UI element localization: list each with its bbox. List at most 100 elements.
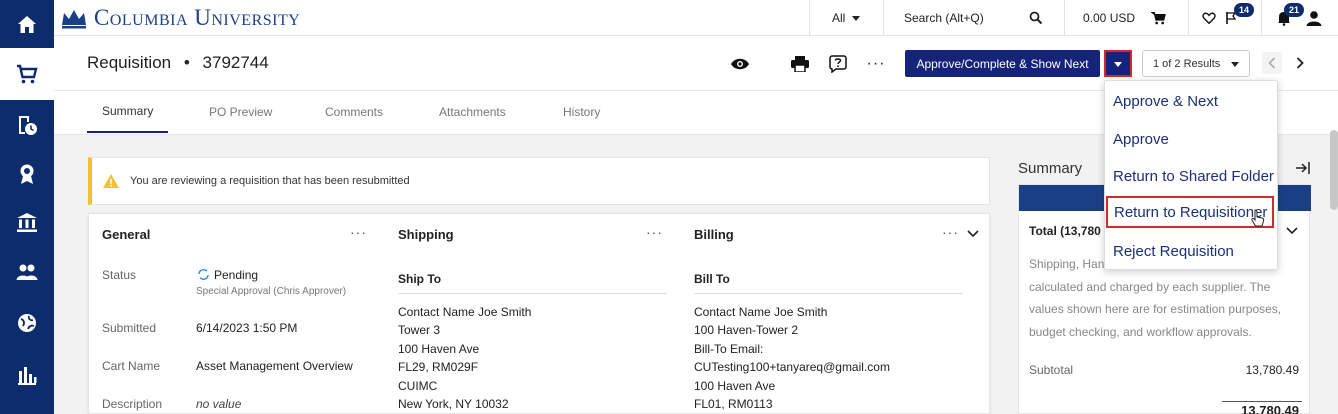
left-nav [0,0,54,414]
caret-down-icon [1231,61,1240,67]
action-items-badge: 14 [1234,3,1255,17]
search-button[interactable] [1029,0,1043,36]
menu-reject-requisition[interactable]: Reject Requisition [1105,233,1277,269]
requisition-details-card: General ··· Status Pending Special Appro… [88,213,990,414]
nav-reports[interactable] [0,350,54,400]
menu-approve-next[interactable]: Approve & Next [1105,83,1277,119]
shipping-title: Shipping [398,227,454,242]
bill-address-line: CUTesting100+tanyareq@gmail.com [694,360,890,374]
search-filter-dropdown[interactable]: All [832,0,861,36]
approve-options-menu: Approve & Next Approve Return to Shared … [1104,80,1278,270]
shipping-more-button[interactable]: ··· [646,224,663,240]
menu-return-to-requisitioner[interactable]: Return to Requisitioner [1106,196,1274,228]
summary-total-label: Total (13,780 [1029,224,1101,238]
university-logo[interactable]: Columbia University [60,3,300,33]
nav-orders[interactable] [0,100,54,150]
caret-down-icon [1114,61,1122,67]
approve-complete-show-next-button[interactable]: Approve/Complete & Show Next [905,50,1100,77]
more-actions-button[interactable]: ··· [864,52,888,76]
chevron-down-icon[interactable] [967,230,979,238]
users-icon [16,264,38,280]
pointer-cursor-icon [1251,209,1265,227]
watch-button[interactable] [728,52,752,76]
filter-label: All [832,11,846,25]
user-icon [1306,11,1322,26]
general-more-button[interactable]: ··· [350,224,367,240]
bill-address-line: 100 Haven Ave [694,379,776,393]
tab-history[interactable]: History [563,91,600,133]
heart-icon [1202,12,1216,25]
cart-name-value: Asset Management Overview [196,359,353,373]
cart-name-label: Cart Name [102,359,161,373]
chevron-left-icon [1268,57,1276,69]
bill-address-line: Bill-To Email: [694,342,764,356]
previous-result-button[interactable] [1262,52,1282,74]
nav-home[interactable] [0,0,54,50]
print-button[interactable] [788,52,812,76]
bill-address-line: Contact Name Joe Smith [694,305,828,319]
nav-shop[interactable] [0,48,54,100]
total-value: 13,780.49 [1241,403,1299,414]
tab-po-preview[interactable]: PO Preview [209,91,272,133]
resubmitted-alert: You are reviewing a requisition that has… [88,157,990,205]
status-detail: Special Approval (Chris Approver) [196,286,347,297]
submitted-label: Submitted [102,321,157,335]
summary-note-line: values shown here are for estimation pur… [1029,302,1282,316]
help-chat-icon [829,55,847,73]
menu-return-to-shared-folder[interactable]: Return to Shared Folder [1105,158,1277,194]
ship-address-line: New York, NY 10032 [398,397,509,411]
general-title: General [102,227,151,242]
subtotal-label: Subtotal [1029,363,1074,377]
nav-global[interactable] [0,298,54,348]
printer-icon [791,56,809,72]
summary-note-line: budget checking, and workflow approvals. [1029,324,1252,339]
nav-suppliers[interactable] [0,247,54,297]
cart-icon [1151,12,1166,25]
summary-title: Summary [1018,160,1083,177]
home-icon [18,16,36,33]
eye-icon [731,58,749,70]
alert-text: You are reviewing a requisition that has… [130,175,410,187]
notifications-badge: 21 [1284,3,1305,17]
ship-to-heading: Ship To [398,272,442,286]
cart-total[interactable]: 0.00 USD [1083,0,1135,36]
title-text: Requisition [87,53,172,72]
bill-address-line: 100 Haven-Tower 2 [694,323,799,337]
award-icon [20,164,34,184]
caret-down-icon [852,16,861,21]
ship-address-line: Contact Name Joe Smith [398,305,532,319]
page-scrollbar[interactable] [1330,130,1338,210]
cart-icon [17,64,38,84]
tab-attachments[interactable]: Attachments [439,91,506,133]
ship-address-line: 100 Haven Ave [398,342,480,356]
collapse-panel-icon[interactable] [1295,161,1311,175]
billing-title: Billing [694,227,734,242]
help-button[interactable] [826,52,850,76]
search-icon [1029,11,1043,25]
bill-to-heading: Bill To [694,272,730,286]
tab-summary[interactable]: Summary [87,91,169,133]
chevron-down-icon[interactable] [1286,227,1298,235]
menu-approve[interactable]: Approve [1105,121,1277,157]
title-separator: • [183,53,190,72]
next-result-button[interactable] [1290,52,1310,74]
top-bar: Columbia University All Search (Alt+Q) 0… [54,0,1338,36]
favorites-button[interactable] [1202,0,1216,36]
status-value: Pending [214,268,259,282]
ship-address-line: FL29, RM029F [398,360,479,374]
approve-options-dropdown[interactable] [1104,50,1132,77]
user-profile-button[interactable] [1306,0,1322,36]
sync-icon [198,269,209,280]
billing-more-button[interactable]: ··· [942,224,959,240]
cart-button[interactable] [1151,0,1167,36]
tab-comments[interactable]: Comments [325,91,383,133]
bill-address-line: FL01, RM0113 [694,397,773,411]
bank-icon [17,213,37,232]
ship-address-line: Tower 3 [398,323,441,337]
nav-contracts[interactable] [0,149,54,199]
search-input[interactable]: Search (Alt+Q) [904,0,1044,36]
description-label: Description [102,397,163,411]
nav-accounts[interactable] [0,197,54,247]
results-select[interactable]: 1 of 2 Results [1142,50,1250,77]
chevron-right-icon [1296,57,1304,69]
